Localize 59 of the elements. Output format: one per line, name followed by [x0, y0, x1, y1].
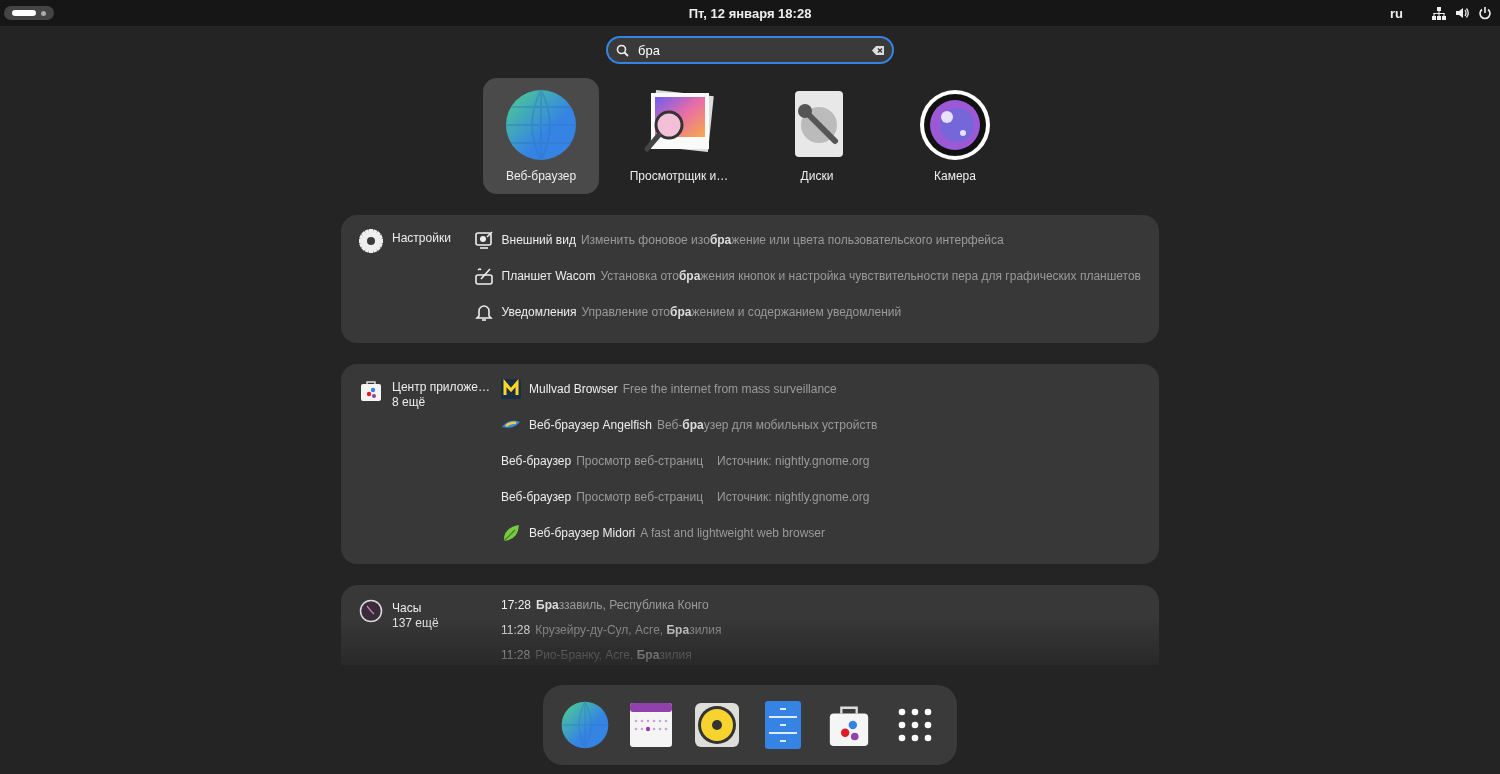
globe-icon [505, 89, 577, 161]
provider-name: Центр приложе… [392, 380, 490, 395]
result-description: Крузейру-ду-Сул, Асге, Бразилия [535, 623, 722, 637]
result-title[interactable]: Веб-браузер Midori [529, 526, 636, 540]
result-description: Браззавиль, Республика Конго [536, 597, 709, 612]
result-description: Просмотр веб-страниц [576, 454, 704, 468]
clock-icon [359, 599, 383, 623]
speaker-icon[interactable] [694, 702, 740, 748]
result-description: A fast and lightweight web browser [640, 526, 825, 540]
bell-icon [473, 302, 494, 322]
app-name: Камера [934, 169, 976, 183]
monitor-brush-icon [473, 230, 494, 250]
clear-icon[interactable] [872, 44, 885, 57]
result-description: Изменить фоновое изображение или цвета пользовательского интерфейса [580, 233, 1004, 247]
network-icon[interactable] [1432, 6, 1446, 20]
shopping-bag-icon [359, 378, 383, 402]
result-description: Просмотр веб-страниц [576, 490, 704, 504]
result-title[interactable]: Веб-браузер [501, 490, 572, 504]
result-description: Веб-браузер для мобильных устройств [656, 418, 878, 432]
provider-name: Часы [392, 601, 423, 616]
search-icon [616, 44, 629, 57]
provider-name: Настройки [392, 231, 451, 246]
keyboard-layout-indicator[interactable]: ru [1390, 5, 1403, 21]
result-title[interactable]: Mullvad Browser [529, 382, 618, 396]
result-title[interactable]: Планшет Wacom [501, 269, 596, 283]
clock-text[interactable]: Пт, 12 января 18:28 [688, 5, 812, 21]
more-results-count[interactable]: 8 ещё [392, 395, 490, 410]
result-description: Установка отображения кнопок и настройка чувствительности пера для графических планшетов [600, 269, 1141, 283]
result-source: Источник: nightly.gnome.org [717, 454, 870, 468]
app-name: Диски [800, 169, 834, 183]
mullvad-logo-icon [501, 379, 521, 399]
result-title[interactable]: 17:28 [501, 597, 532, 612]
app-tile[interactable]: Диски [759, 78, 875, 194]
app-tile[interactable]: Просмотрщик и… [621, 78, 737, 194]
search-field[interactable]: бра [606, 36, 894, 64]
result-description: Free the internet from mass surveillance [622, 382, 837, 396]
tablet-pen-icon [473, 266, 494, 286]
app-name: Веб-браузер [505, 169, 577, 183]
globe-icon[interactable] [561, 701, 609, 749]
app-tile[interactable]: Камера [897, 78, 1013, 194]
result-title[interactable]: Веб-браузер Angelfish [529, 418, 652, 432]
app-name: Просмотрщик и… [629, 169, 729, 183]
settings-icon [359, 229, 383, 253]
result-title[interactable]: 11:28 [501, 623, 531, 637]
app-tile[interactable]: Веб-браузер [483, 78, 599, 194]
leaf-icon [501, 523, 521, 543]
file-cabinet-icon[interactable] [765, 701, 801, 749]
result-source: Источник: nightly.gnome.org [717, 490, 870, 504]
volume-icon[interactable] [1455, 6, 1469, 20]
result-description: Управление отображением и содержанием уведомлений [581, 305, 902, 319]
power-icon[interactable] [1478, 6, 1492, 20]
calendar-icon[interactable] [630, 703, 672, 747]
app-grid-icon[interactable] [898, 708, 932, 742]
activities-indicator[interactable] [4, 6, 54, 20]
camera-lens-icon [919, 89, 991, 161]
result-title[interactable]: Внешний вид [501, 233, 576, 247]
more-results-count[interactable]: 137 ещё [392, 616, 439, 631]
result-title[interactable]: Уведомления [501, 305, 577, 319]
result-title[interactable]: Веб-браузер [501, 454, 572, 468]
